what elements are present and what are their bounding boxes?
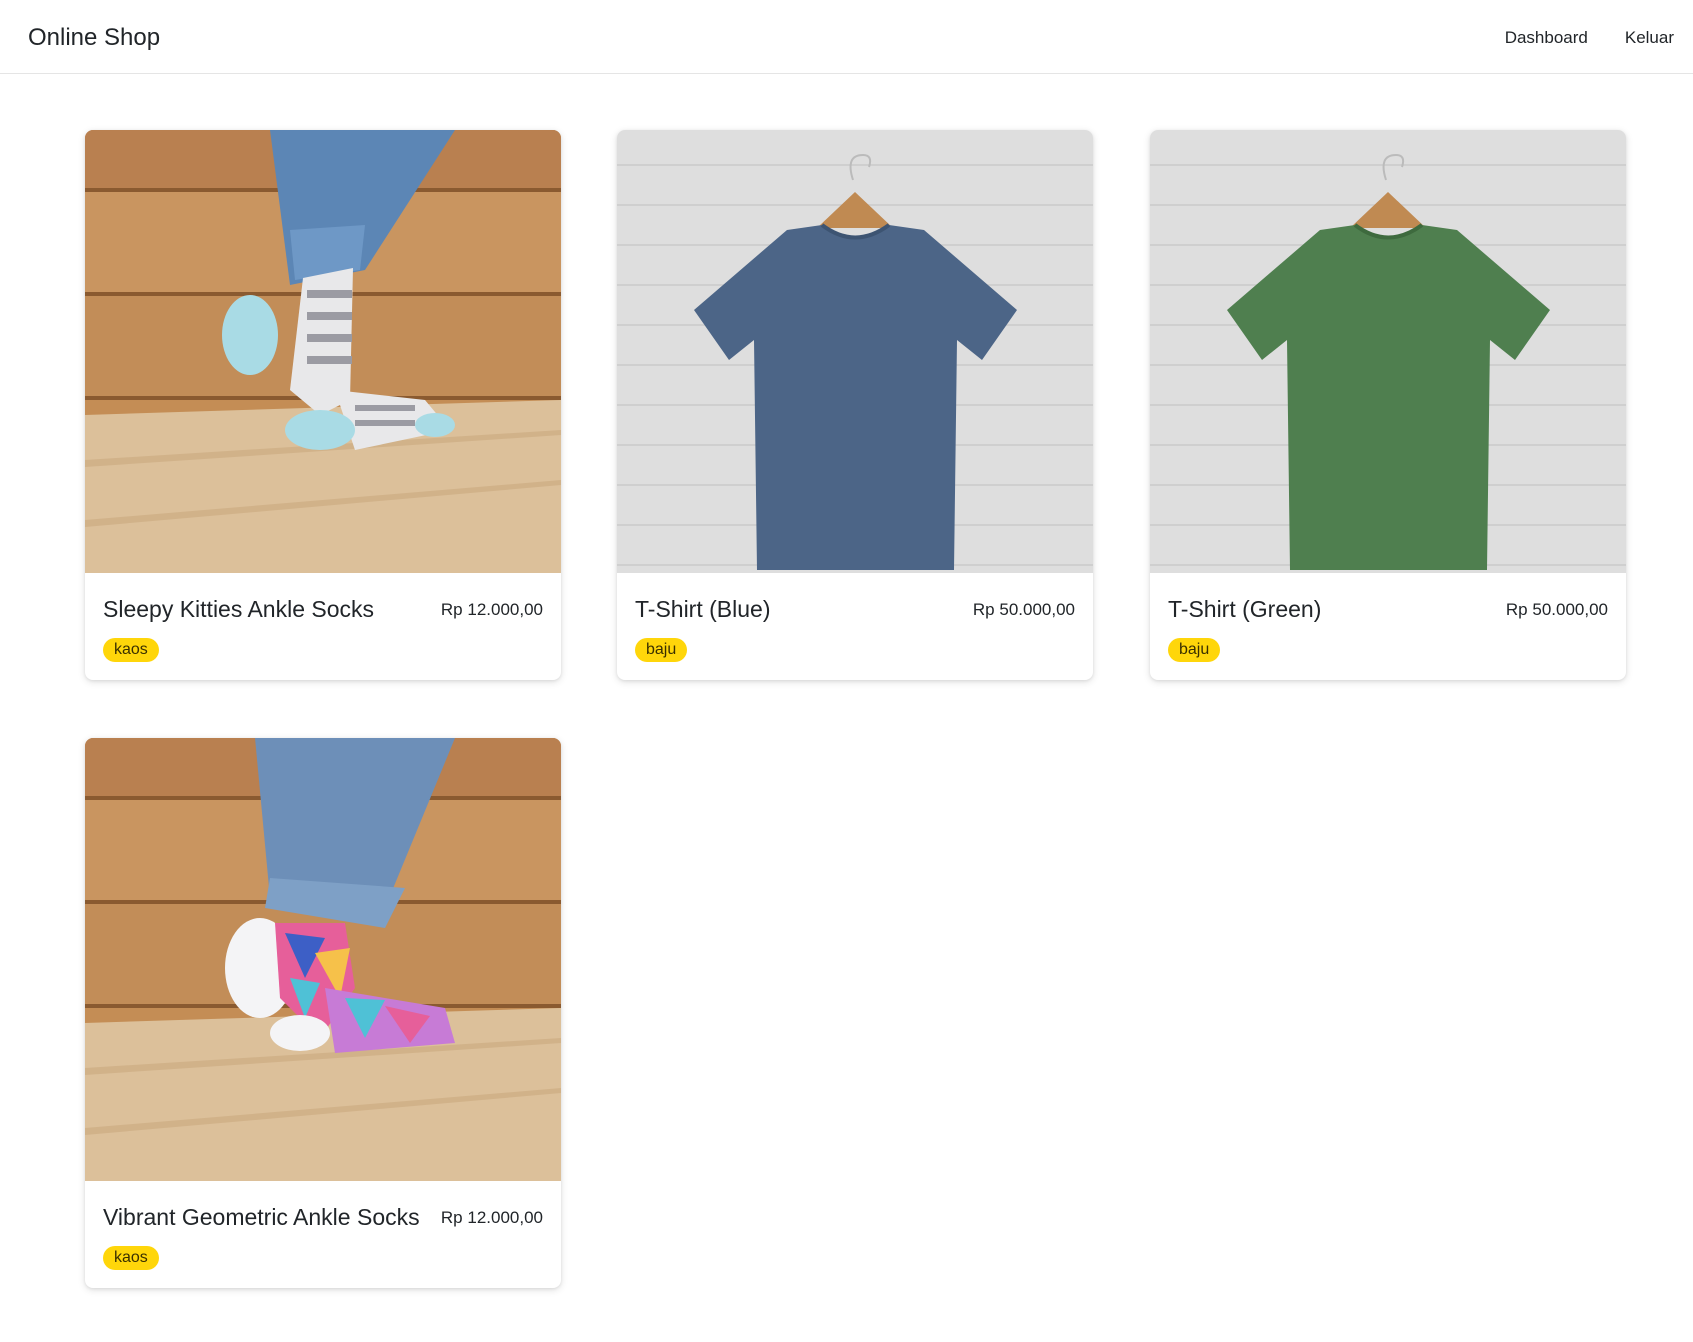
category-badge: baju — [635, 638, 688, 662]
product-price: Rp 50.000,00 — [972, 600, 1075, 619]
brand-link[interactable]: Online Shop — [28, 24, 160, 52]
product-card[interactable]: T-Shirt (Green) Rp 50.000,00 baju — [1150, 130, 1626, 680]
product-image — [85, 738, 561, 1181]
product-name: T-Shirt (Blue) — [635, 596, 771, 622]
product-card[interactable]: Sleepy Kitties Ankle Socks Rp 12.000,00 … — [85, 130, 561, 680]
product-card[interactable]: Vibrant Geometric Ankle Socks Rp 12.000,… — [85, 738, 561, 1288]
product-price: Rp 12.000,00 — [440, 600, 543, 619]
product-image — [617, 130, 1093, 573]
nav-link-dashboard[interactable]: Dashboard — [1505, 28, 1588, 48]
nav-links: Dashboard Keluar — [1505, 28, 1674, 48]
product-image — [85, 130, 561, 573]
category-badge: kaos — [103, 1246, 159, 1270]
product-name: Sleepy Kitties Ankle Socks — [103, 596, 375, 622]
category-badge: kaos — [103, 638, 159, 662]
product-name: Vibrant Geometric Ankle Socks — [103, 1204, 420, 1230]
category-badge: baju — [1168, 638, 1221, 662]
product-image — [1150, 130, 1626, 573]
product-price: Rp 12.000,00 — [440, 1208, 543, 1227]
product-name: T-Shirt (Green) — [1168, 596, 1322, 622]
nav-link-logout[interactable]: Keluar — [1625, 28, 1674, 48]
navbar: Online Shop Dashboard Keluar — [0, 0, 1693, 74]
product-card[interactable]: T-Shirt (Blue) Rp 50.000,00 baju — [617, 130, 1093, 680]
product-price: Rp 50.000,00 — [1505, 600, 1608, 619]
